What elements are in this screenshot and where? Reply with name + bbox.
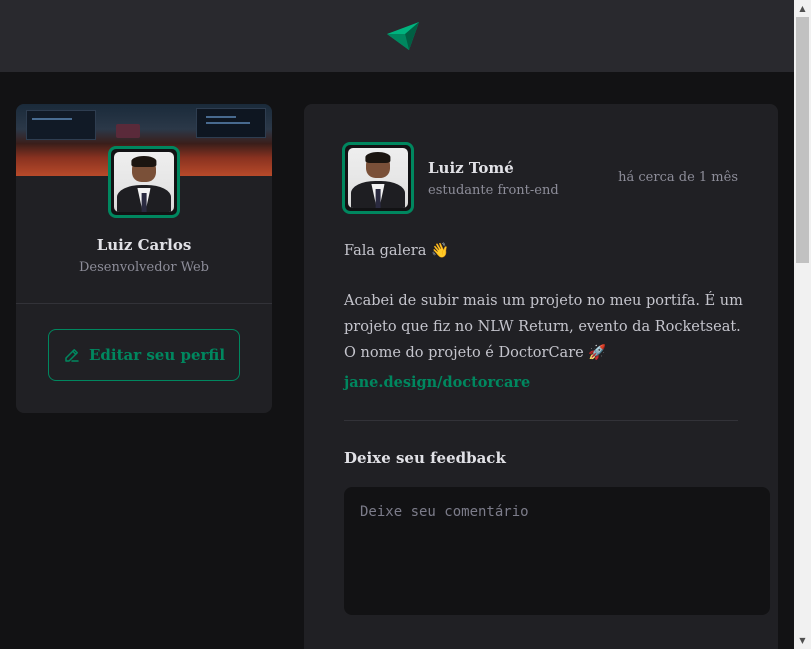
author-avatar[interactable] xyxy=(342,142,414,214)
post-paragraph: Acabei de subir mais um projeto no meu p… xyxy=(344,293,743,361)
edit-profile-label: Editar seu perfil xyxy=(88,346,226,364)
edit-profile-button[interactable]: Editar seu perfil xyxy=(48,329,240,381)
scroll-thumb[interactable] xyxy=(796,17,809,263)
post-content: Fala galera 👋 Acabei de subir mais um pr… xyxy=(344,238,744,390)
sidebar-divider xyxy=(16,303,272,304)
scroll-up-icon[interactable]: ▲ xyxy=(794,0,811,17)
profile-name: Luiz Carlos xyxy=(96,236,192,254)
author-role: estudante front-end xyxy=(428,183,559,198)
feedback-title: Deixe seu feedback xyxy=(344,449,506,467)
profile-role: Desenvolvedor Web xyxy=(78,260,210,275)
scroll-down-icon[interactable]: ▼ xyxy=(794,632,811,649)
page-scrollbar[interactable]: ▲ ▼ xyxy=(794,0,811,649)
profile-sidebar: Luiz Carlos Desenvolvedor Web Editar seu… xyxy=(16,104,272,413)
project-link[interactable]: jane.design/doctorcare xyxy=(344,374,530,391)
post-divider xyxy=(344,420,738,421)
comment-input[interactable] xyxy=(344,487,770,615)
post-paragraph: Fala galera 👋 xyxy=(344,243,449,259)
pencil-line-icon xyxy=(65,349,79,362)
profile-avatar[interactable] xyxy=(108,146,180,218)
ignite-logo-icon[interactable] xyxy=(385,20,421,52)
post-timestamp: há cerca de 1 mês xyxy=(618,170,738,185)
post-card: Luiz Tomé estudante front-end há cerca d… xyxy=(304,104,778,649)
author-name: Luiz Tomé xyxy=(428,159,514,177)
app-header xyxy=(0,0,794,72)
